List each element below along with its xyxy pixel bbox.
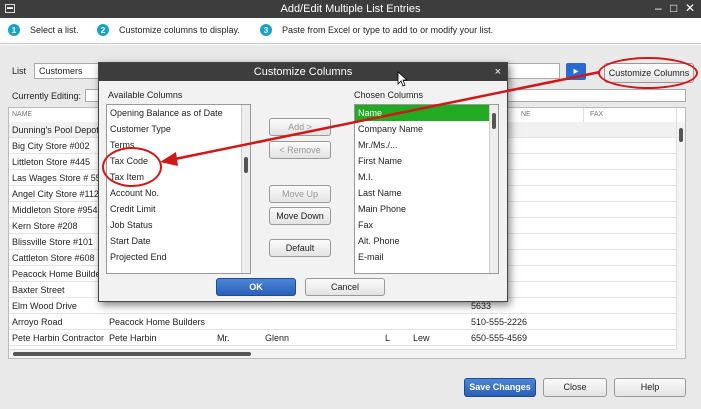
- chosen-column-item[interactable]: Company Name: [355, 121, 498, 137]
- cell-name[interactable]: Big City Store #002: [12, 141, 108, 151]
- available-column-item[interactable]: Projected End: [107, 249, 250, 265]
- cell-name[interactable]: Cattleton Store #608: [12, 253, 108, 263]
- minimize-button[interactable]: –: [655, 1, 662, 15]
- available-list-scrollbar[interactable]: [241, 105, 250, 273]
- cell-name[interactable]: Angel City Store #112: [12, 189, 108, 199]
- chosen-column-item[interactable]: E-mail: [355, 249, 498, 265]
- chosen-column-item[interactable]: Name: [355, 105, 498, 121]
- add-button[interactable]: Add >: [269, 118, 331, 136]
- step-number-icon: 1: [8, 24, 20, 36]
- available-column-item[interactable]: Credit Limit: [107, 201, 250, 217]
- column-header-name[interactable]: NAME: [9, 108, 109, 122]
- available-column-item[interactable]: Account No.: [107, 185, 250, 201]
- chosen-columns-label: Chosen Columns: [354, 90, 424, 100]
- cancel-button[interactable]: Cancel: [305, 278, 385, 296]
- chosen-column-item[interactable]: Main Phone: [355, 201, 498, 217]
- cell-first[interactable]: Glenn: [265, 333, 385, 343]
- grid-horizontal-scrollbar[interactable]: [9, 349, 677, 358]
- ok-button[interactable]: OK: [216, 278, 296, 296]
- window-title: Add/Edit Multiple List Entries: [280, 3, 421, 15]
- available-columns-label: Available Columns: [108, 90, 183, 100]
- list-label: List: [12, 66, 27, 76]
- cell-name[interactable]: Blissville Store #101: [12, 237, 108, 247]
- available-columns-list[interactable]: Opening Balance as of Date Customer Type T…: [106, 104, 251, 274]
- step-text: Paste from Excel or type to add to or mo…: [282, 25, 494, 35]
- dialog-title: Customize Columns: [99, 63, 507, 81]
- cell-company[interactable]: Pete Harbin: [109, 333, 217, 343]
- cell-name[interactable]: Pete Harbin Contractor: [12, 333, 108, 343]
- scroll-thumb[interactable]: [679, 128, 683, 142]
- table-row[interactable]: Arroyo Road Peacock Home Builders 510-555-…: [9, 314, 677, 330]
- chosen-column-item[interactable]: Last Name: [355, 185, 498, 201]
- cell-name[interactable]: Las Wages Store # 554: [12, 173, 108, 183]
- step-2: 2 Customize columns to display.: [97, 24, 240, 36]
- close-window-button[interactable]: ✕: [685, 1, 695, 15]
- maximize-button[interactable]: □: [670, 1, 677, 15]
- available-column-item[interactable]: Customer Type: [107, 121, 250, 137]
- cell-name[interactable]: Dunning's Pool Depot,: [12, 125, 108, 135]
- step-text: Customize columns to display.: [119, 25, 240, 35]
- cell-mi[interactable]: L: [385, 333, 413, 343]
- remove-button[interactable]: < Remove: [269, 141, 331, 159]
- cell-company[interactable]: Peacock Home Builders: [109, 317, 217, 327]
- step-text: Select a list.: [30, 25, 79, 35]
- search-field[interactable]: [505, 63, 560, 79]
- chosen-column-item[interactable]: M.I.: [355, 169, 498, 185]
- scroll-thumb[interactable]: [13, 352, 251, 356]
- cell-name[interactable]: Middleton Store #954: [12, 205, 108, 215]
- grid-vertical-scrollbar[interactable]: [676, 122, 685, 358]
- scroll-thumb[interactable]: [492, 113, 496, 129]
- save-changes-button[interactable]: Save Changes: [464, 378, 536, 397]
- step-number-icon: 3: [260, 24, 272, 36]
- cell-name[interactable]: Peacock Home Builders: [12, 269, 108, 279]
- available-column-item[interactable]: Job Status: [107, 217, 250, 233]
- chosen-column-item[interactable]: Alt. Phone: [355, 233, 498, 249]
- table-row[interactable]: Pete Harbin Contractor Pete Harbin Mr. Glen…: [9, 330, 677, 346]
- cell-phone[interactable]: 510-555-2226: [471, 317, 551, 327]
- annotation-circle-tax: [102, 147, 162, 187]
- step-1: 1 Select a list.: [8, 24, 79, 36]
- available-column-item[interactable]: Start Date: [107, 233, 250, 249]
- scroll-thumb[interactable]: [244, 157, 248, 173]
- move-down-button[interactable]: Move Down: [269, 207, 331, 225]
- cell-name[interactable]: Kern Store #208: [12, 221, 108, 231]
- dialog-close-icon[interactable]: ×: [495, 63, 501, 81]
- cell-name[interactable]: Littleton Store #445: [12, 157, 108, 167]
- chosen-column-item[interactable]: Fax: [355, 217, 498, 233]
- chosen-columns-list[interactable]: Name Company Name Mr./Ms./... First Name M.I…: [354, 104, 499, 274]
- currently-editing-label: Currently Editing:: [12, 91, 82, 101]
- cell-last[interactable]: Lew: [413, 333, 465, 343]
- cell-mr[interactable]: Mr.: [217, 333, 265, 343]
- step-3: 3 Paste from Excel or type to add to or …: [260, 24, 493, 36]
- search-icon[interactable]: ▸: [566, 63, 586, 80]
- column-header-phone[interactable]: NE: [509, 108, 584, 122]
- available-column-item[interactable]: Opening Balance as of Date: [107, 105, 250, 121]
- filter-field[interactable]: [505, 89, 686, 102]
- cell-name[interactable]: Arroyo Road: [12, 317, 108, 327]
- cell-name[interactable]: Baxter Street: [12, 285, 108, 295]
- instruction-steps: 1 Select a list. 2 Customize columns to …: [0, 18, 701, 44]
- column-header-fax[interactable]: FAX: [584, 108, 677, 122]
- cell-phone[interactable]: 5633: [471, 301, 551, 311]
- move-up-button[interactable]: Move Up: [269, 185, 331, 203]
- annotation-circle-customize: [598, 57, 698, 89]
- step-number-icon: 2: [97, 24, 109, 36]
- chosen-column-item[interactable]: Mr./Ms./...: [355, 137, 498, 153]
- cell-phone[interactable]: 650-555-4569: [471, 333, 551, 343]
- currently-editing-field: [85, 89, 99, 102]
- close-button[interactable]: Close: [543, 378, 607, 397]
- default-button[interactable]: Default: [269, 239, 331, 257]
- chosen-list-scrollbar[interactable]: [489, 105, 498, 273]
- customize-columns-dialog: Customize Columns × Available Columns Ch…: [98, 62, 508, 302]
- help-button[interactable]: Help: [614, 378, 686, 397]
- chosen-column-item[interactable]: First Name: [355, 153, 498, 169]
- list-select[interactable]: Customers: [34, 63, 104, 79]
- title-bar: ▬ Add/Edit Multiple List Entries – □ ✕: [0, 0, 701, 18]
- cell-name[interactable]: Elm Wood Drive: [12, 301, 108, 311]
